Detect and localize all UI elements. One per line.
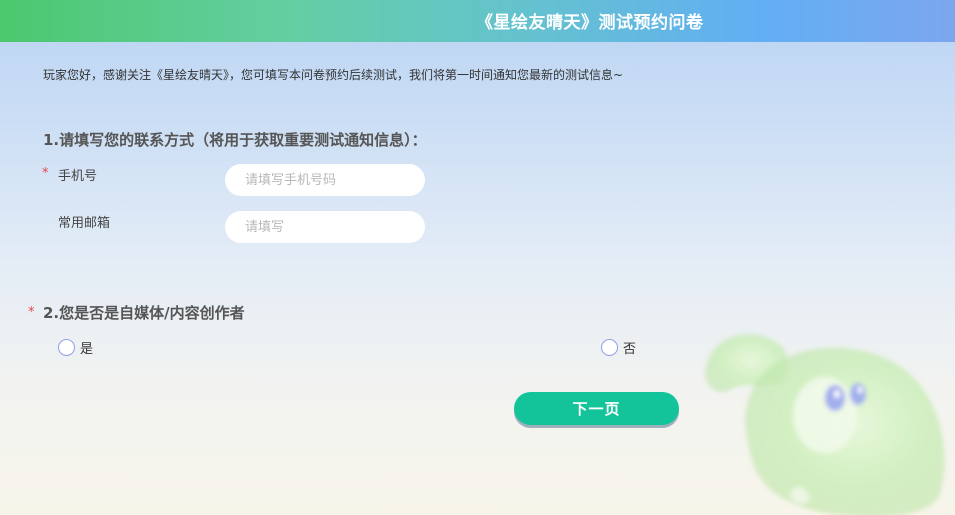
- radio-label-yes: 是: [80, 342, 94, 357]
- question-1-title: 1.请填写您的联系方式（将用于获取重要测试通知信息）：: [43, 131, 427, 149]
- phone-label: 手机号: [58, 169, 98, 184]
- radio-button-yes[interactable]: [58, 339, 75, 356]
- mascot-illustration: [705, 334, 945, 515]
- radio-label-no: 否: [623, 342, 637, 357]
- required-marker-phone: *: [42, 166, 49, 181]
- required-marker-q2: *: [28, 305, 35, 320]
- question-2-title: 2.您是否是自媒体/内容创作者: [43, 304, 245, 322]
- radio-option-no[interactable]: 否: [601, 338, 636, 357]
- page-title: 《星绘友晴天》测试预约问卷: [476, 13, 704, 33]
- phone-input[interactable]: [225, 164, 425, 196]
- radio-button-no[interactable]: [601, 339, 618, 356]
- next-page-button[interactable]: 下一页: [514, 392, 679, 425]
- header-bar: 《星绘友晴天》测试预约问卷: [0, 0, 955, 42]
- email-label: 常用邮箱: [58, 216, 111, 231]
- radio-option-yes[interactable]: 是: [58, 338, 93, 357]
- email-input[interactable]: [225, 211, 425, 243]
- intro-text: 玩家您好，感谢关注《星绘友晴天》，您可填写本问卷预约后续测试，我们将第一时间通知…: [43, 68, 624, 82]
